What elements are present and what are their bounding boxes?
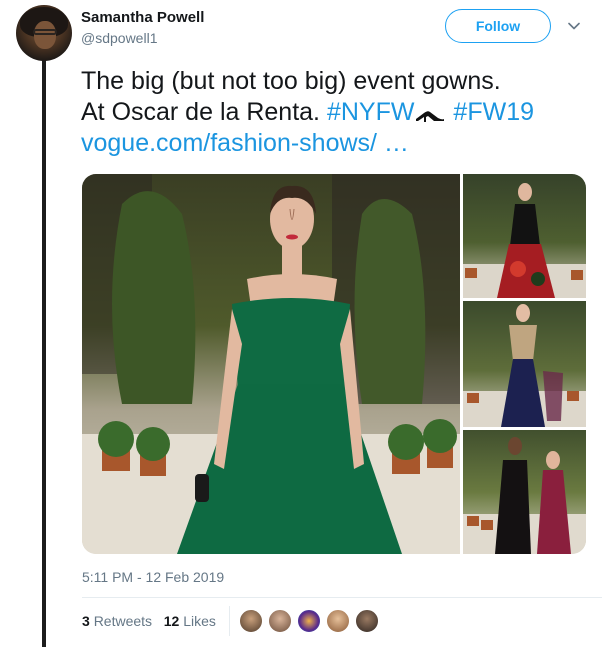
tweet-link[interactable]: vogue.com/fashion-shows/ … xyxy=(81,129,409,157)
chevron-down-icon[interactable] xyxy=(568,20,580,32)
thread-line xyxy=(42,60,46,647)
likes-stat[interactable]: 12 Likes xyxy=(164,613,216,629)
high-heel-emoji xyxy=(416,111,445,122)
tweet-text: The big (but not too big) event gowns. A… xyxy=(81,66,601,159)
user-handle[interactable]: @sdpowell1 xyxy=(81,30,157,46)
likes-count: 12 xyxy=(163,613,180,629)
tweet-line-1: The big (but not too big) event gowns. xyxy=(81,67,501,95)
divider xyxy=(82,597,602,598)
hashtag-fw19[interactable]: #FW19 xyxy=(453,98,534,126)
liker-avatar[interactable] xyxy=(354,608,380,634)
tweet-timestamp[interactable]: 5:11 PM - 12 Feb 2019 xyxy=(82,569,224,585)
hashtag-nyfw[interactable]: #NYFW xyxy=(327,98,415,126)
user-name[interactable]: Samantha Powell xyxy=(81,9,204,26)
likes-label: Likes xyxy=(183,613,216,629)
avatar[interactable] xyxy=(16,5,72,61)
liker-avatar[interactable] xyxy=(238,608,264,634)
photo-thumbnail-3[interactable] xyxy=(463,430,586,554)
stats-separator xyxy=(229,606,230,636)
liker-avatar[interactable] xyxy=(267,608,293,634)
liker-avatar[interactable] xyxy=(296,608,322,634)
retweets-label: Retweets xyxy=(93,613,153,629)
retweets-count: 3 xyxy=(82,613,90,629)
engagement-stats: 3 Retweets 12 Likes xyxy=(82,613,216,629)
photo-thumbnail-2[interactable] xyxy=(463,301,586,427)
follow-button[interactable]: Follow xyxy=(445,9,551,43)
liker-avatar[interactable] xyxy=(325,608,351,634)
tweet-line-2: At Oscar de la Renta. xyxy=(81,98,321,126)
photo-thumbnail-1[interactable] xyxy=(463,174,586,298)
retweets-stat[interactable]: 3 Retweets xyxy=(82,613,152,629)
photo-main[interactable] xyxy=(82,174,460,554)
media-grid xyxy=(82,174,586,554)
